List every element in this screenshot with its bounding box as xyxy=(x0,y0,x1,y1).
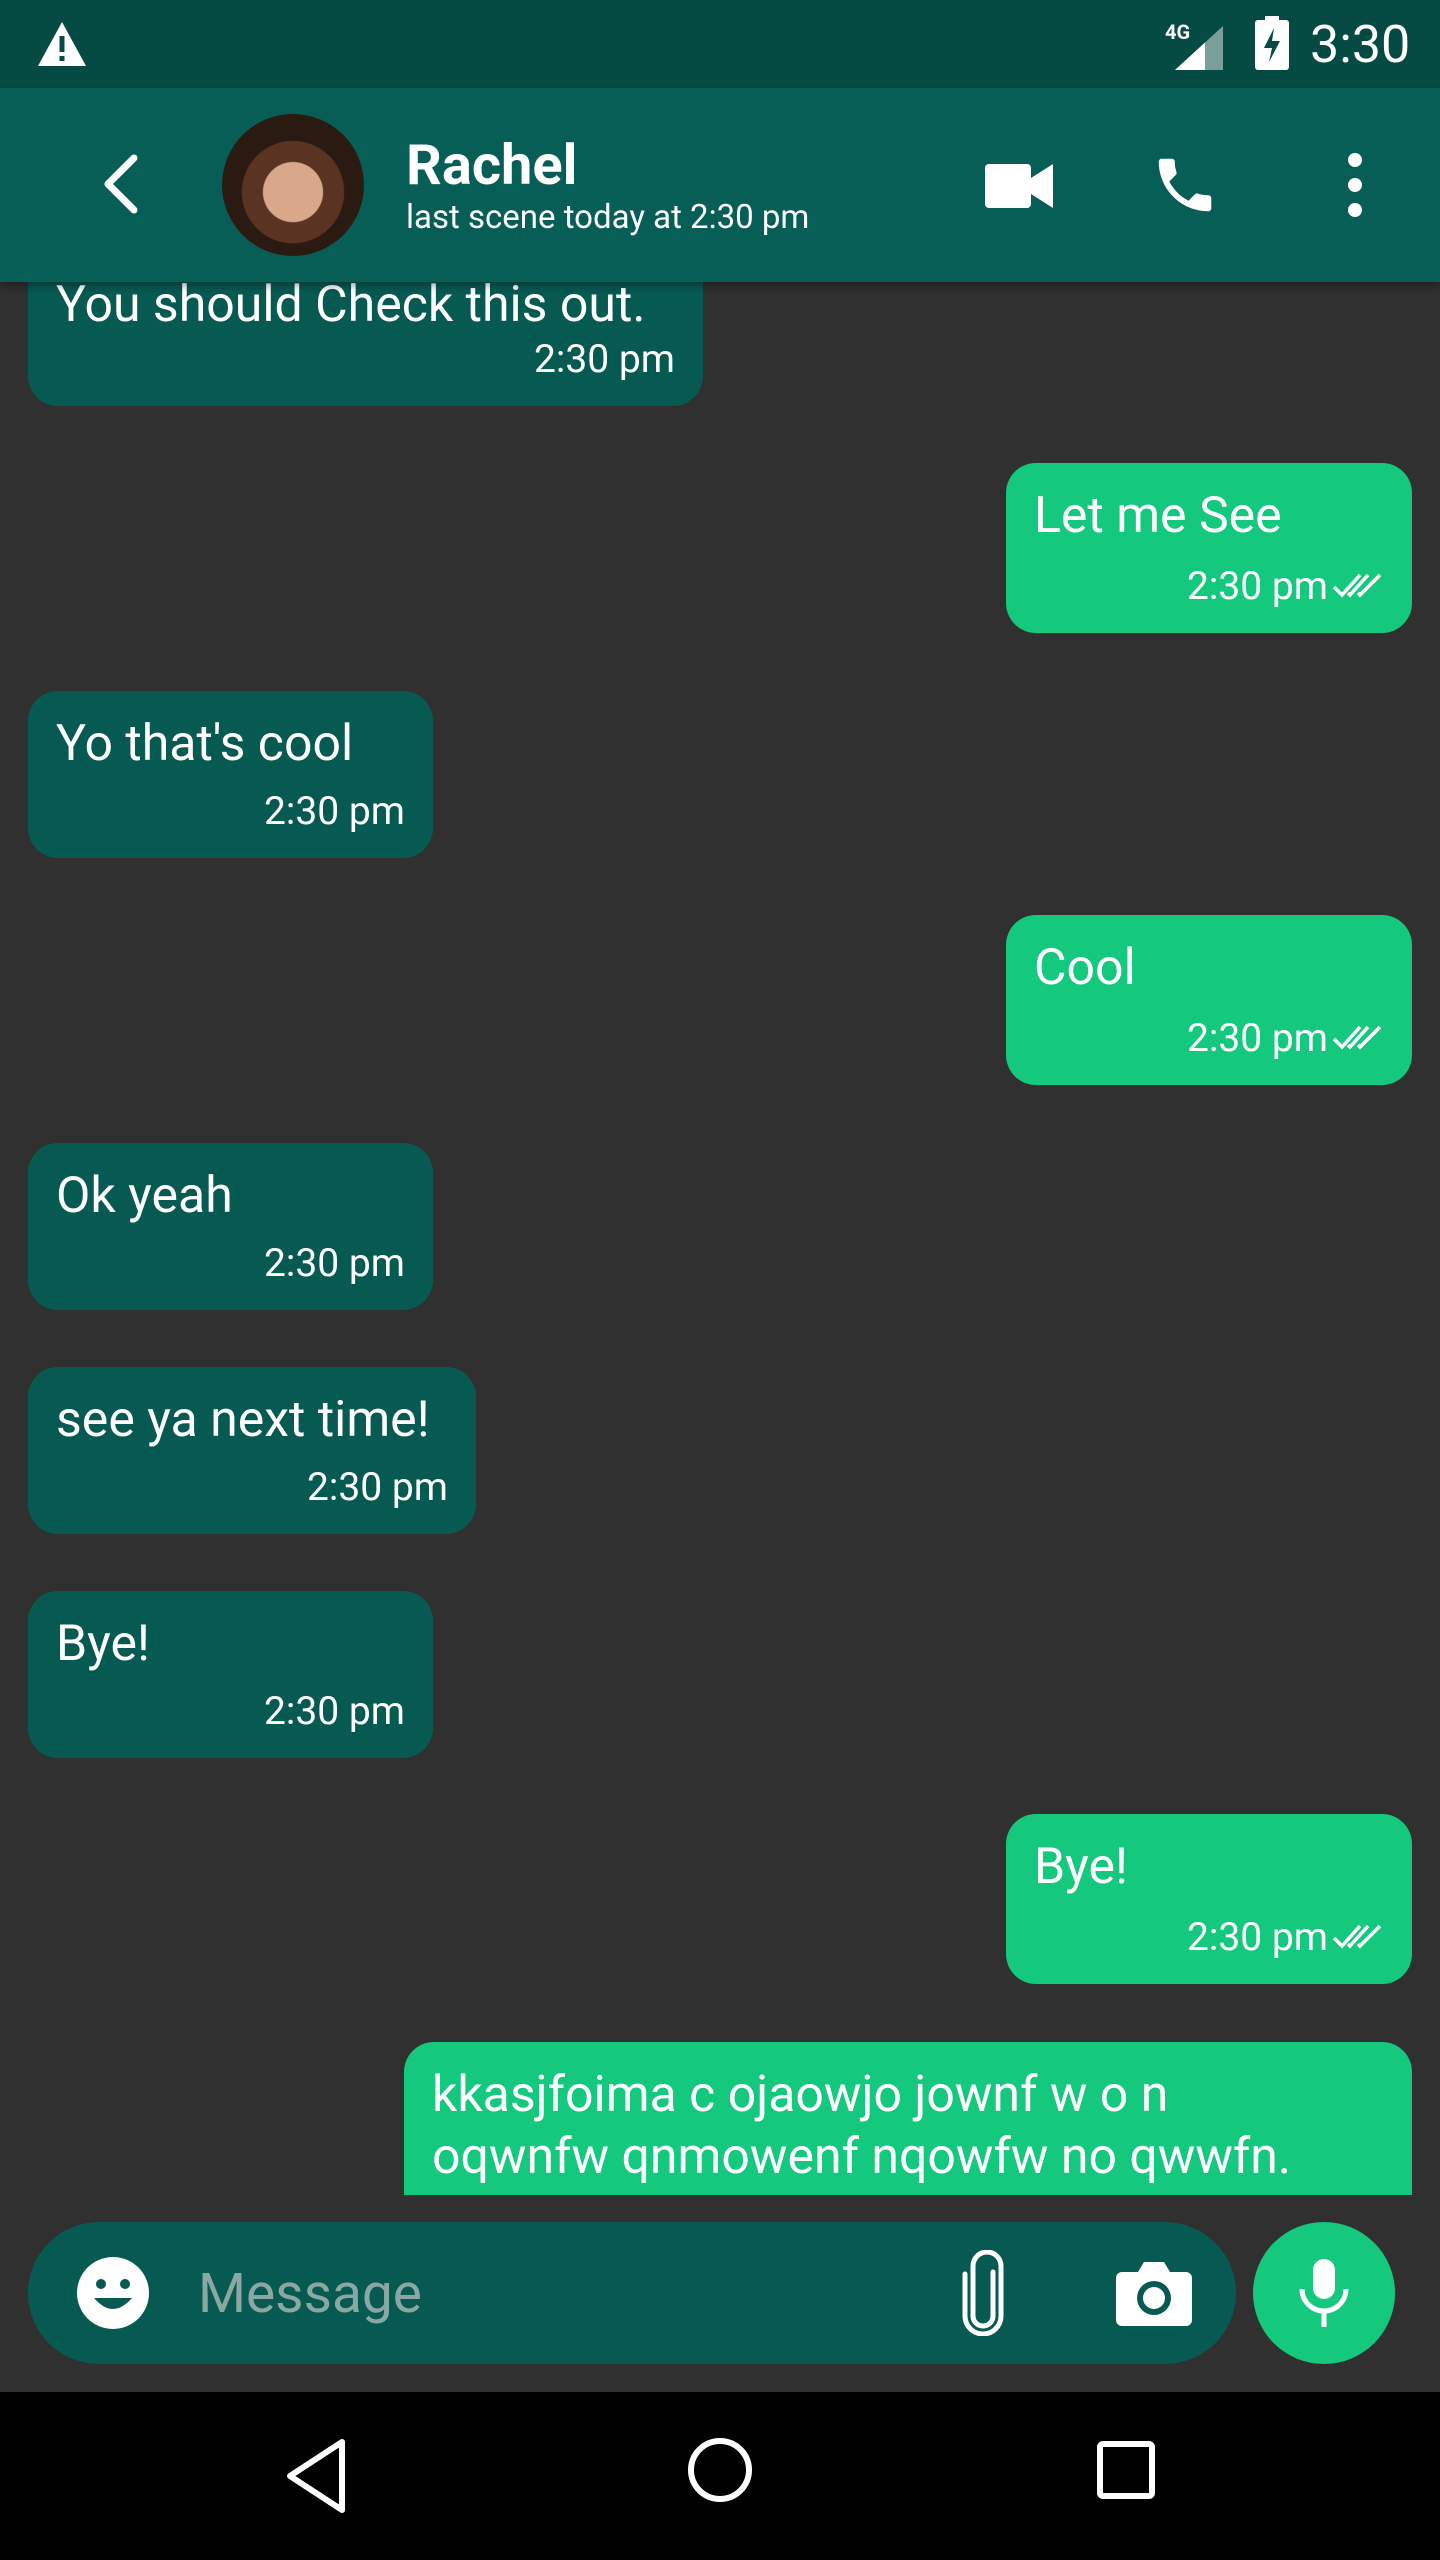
contact-avatar[interactable] xyxy=(222,114,364,256)
contact-name[interactable]: Rachel xyxy=(406,132,577,198)
message-time: 2:30 pm xyxy=(264,788,405,834)
message-time: 2:30 pm xyxy=(534,336,675,382)
phone-icon[interactable] xyxy=(1150,150,1220,220)
message-time: 2:30 pm xyxy=(264,1240,405,1286)
message-text: Bye! xyxy=(56,1615,150,1673)
signal-icon: 4G xyxy=(1165,20,1225,70)
system-nav-bar xyxy=(0,2392,1440,2560)
message-text-line: kkasjfoima c ojaowjo jownf w o n xyxy=(432,2066,1169,2124)
nav-home-icon[interactable] xyxy=(686,2436,754,2504)
message-text: Yo that's cool xyxy=(56,715,354,773)
message-text: You should Check this out. xyxy=(56,282,646,334)
double-check-icon xyxy=(1332,1025,1382,1050)
battery-charging-icon xyxy=(1255,16,1289,70)
chat-header: Rachel last scene today at 2:30 pm xyxy=(0,88,1440,282)
status-bar: 4G 3:30 xyxy=(0,0,1440,88)
message-text: Ok yeah xyxy=(56,1167,233,1225)
message-outgoing[interactable]: Bye! 2:30 pm xyxy=(1006,1814,1412,1984)
message-outgoing[interactable]: Let me See 2:30 pm xyxy=(1006,463,1412,633)
message-text: Let me See xyxy=(1034,487,1282,545)
last-seen-status: last scene today at 2:30 pm xyxy=(406,198,810,237)
mic-icon xyxy=(1299,2259,1349,2327)
double-check-icon xyxy=(1332,1924,1382,1949)
message-text: see ya next time! xyxy=(56,1391,430,1449)
message-time: 2:30 pm xyxy=(1187,563,1328,609)
status-time: 3:30 xyxy=(1310,14,1411,75)
message-list[interactable]: You should Check this out. 2:30 pm Let m… xyxy=(0,282,1440,2195)
attach-icon[interactable] xyxy=(958,2250,1008,2336)
message-text-line: oqwnfw qnmowenf nqowfw no qwwfn. xyxy=(432,2128,1292,2186)
back-arrow-icon[interactable] xyxy=(90,148,154,220)
message-composer xyxy=(28,2222,1236,2364)
message-incoming[interactable]: Ok yeah 2:30 pm xyxy=(28,1143,433,1310)
message-text: Bye! xyxy=(1034,1838,1128,1896)
nav-recents-icon[interactable] xyxy=(1096,2440,1156,2500)
message-incoming[interactable]: Yo that's cool 2:30 pm xyxy=(28,691,433,858)
message-input[interactable] xyxy=(196,2256,900,2332)
double-check-icon xyxy=(1332,573,1382,598)
message-time: 2:30 pm xyxy=(307,1464,448,1510)
message-incoming[interactable]: Bye! 2:30 pm xyxy=(28,1591,433,1758)
message-time: 2:30 pm xyxy=(1187,1914,1328,1960)
warning-icon xyxy=(38,22,86,66)
camera-icon[interactable] xyxy=(1114,2258,1194,2328)
video-camera-icon[interactable] xyxy=(985,158,1055,214)
message-incoming[interactable]: You should Check this out. 2:30 pm xyxy=(28,282,703,406)
message-text: Cool xyxy=(1034,939,1136,997)
message-outgoing[interactable]: kkasjfoima c ojaowjo jownf w o n oqwnfw … xyxy=(404,2042,1412,2195)
message-time: 2:30 pm xyxy=(1187,1015,1328,1061)
message-incoming[interactable]: see ya next time! 2:30 pm xyxy=(28,1367,476,1534)
message-time: 2:30 pm xyxy=(264,1688,405,1734)
message-outgoing[interactable]: Cool 2:30 pm xyxy=(1006,915,1412,1085)
mic-button[interactable] xyxy=(1253,2222,1395,2364)
nav-back-icon[interactable] xyxy=(282,2436,350,2516)
more-vert-icon[interactable] xyxy=(1330,150,1380,220)
emoji-icon[interactable] xyxy=(76,2256,150,2330)
